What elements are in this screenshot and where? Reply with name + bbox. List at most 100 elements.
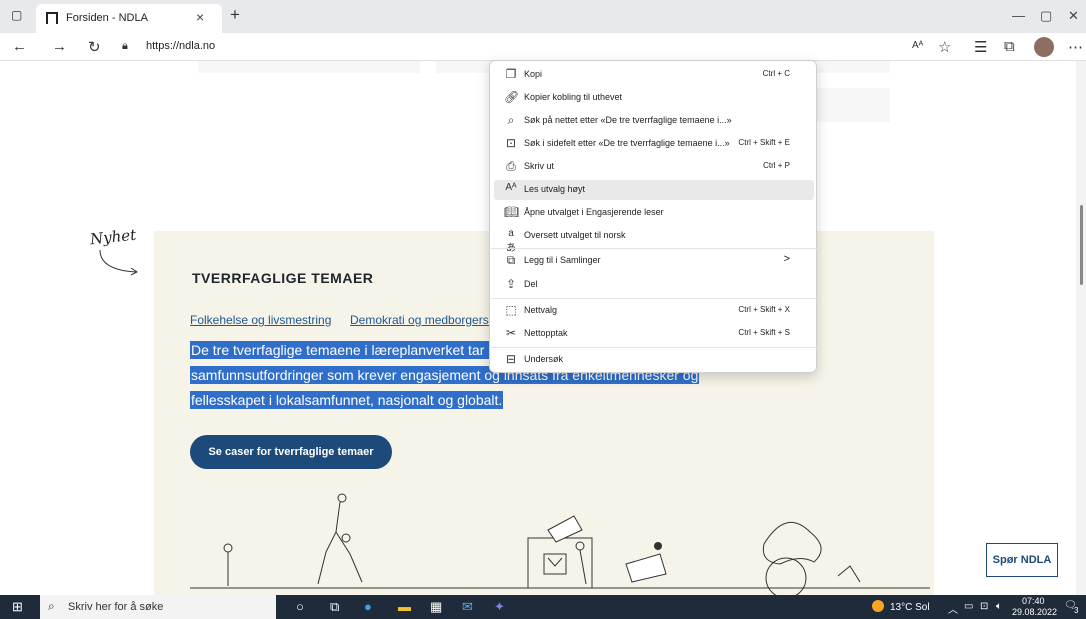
profile-avatar[interactable]	[1034, 37, 1054, 57]
tab-close-button[interactable]: ×	[196, 9, 204, 25]
immersive-reader-icon: 📖︎	[504, 205, 520, 219]
ndla-favicon-icon	[46, 12, 58, 24]
inspect-icon: ⊟	[505, 352, 517, 366]
menu-item-label: Legg til i Samlinger	[524, 255, 601, 265]
taskbar: ⊞ ⌕ Skriv her for å søke ○ ⧉ ● ▬ ▦ ✉ ✦ 1…	[0, 595, 1086, 619]
edge-icon[interactable]: ●	[364, 599, 372, 614]
chevron-right-icon: >	[783, 253, 790, 265]
link-folkehelse[interactable]: Folkehelse og livsmestring	[190, 313, 331, 327]
new-tab-button[interactable]: +	[230, 5, 240, 25]
web-capture-icon: ✂	[505, 326, 517, 340]
file-explorer-icon[interactable]: ▬	[398, 599, 411, 614]
share-icon: ⇪	[505, 277, 517, 291]
clock-time[interactable]: 07:40	[1022, 596, 1045, 606]
tab-actions-icon[interactable]: ▢	[11, 8, 22, 22]
clock-date[interactable]: 29.08.2022	[1012, 607, 1057, 617]
menu-item-translate[interactable]: aあ Oversett utvalget til norsk	[494, 226, 814, 254]
teams-icon[interactable]: ✦	[494, 599, 505, 615]
refresh-icon[interactable]: ↻	[88, 38, 101, 56]
menu-item-label: Nettvalg	[524, 305, 558, 315]
print-icon: ⎙	[506, 159, 516, 173]
ask-ndla-button[interactable]: Spør NDLA	[986, 543, 1058, 577]
menu-item-inspect[interactable]: ⊟ Undersøk	[494, 350, 814, 370]
menu-item-search-sidebar[interactable]: ⊡ Søk i sidefelt etter «De tre tverrfagl…	[494, 134, 814, 154]
weather-text[interactable]: 13°C Sol	[890, 602, 930, 613]
collections-icon: ⧉	[506, 253, 516, 267]
menu-item-label: Søk i sidefelt etter «De tre tverrfaglig…	[524, 138, 730, 148]
link-copy-icon: 🔗︎	[504, 90, 520, 104]
copy-icon: ❐	[505, 67, 517, 81]
arrow-doodle-icon	[99, 249, 138, 276]
menu-item-label: Skriv ut	[524, 161, 555, 171]
menu-item-shortcut: Ctrl + P	[763, 161, 790, 170]
tab-bar: ▢ Forsiden - NDLA × + — ▢ ✕	[0, 0, 1086, 33]
menu-separator	[491, 248, 817, 249]
web-select-icon: ⬚	[505, 303, 517, 317]
menu-item-search-web[interactable]: ⌕ Søk på nettet etter «De tre tverrfagli…	[494, 111, 814, 131]
menu-item-label: Undersøk	[524, 354, 564, 364]
menu-item-copy-link[interactable]: 🔗︎ Kopier kobling til uthevet	[494, 88, 814, 108]
tab-ndla[interactable]: Forsiden - NDLA ×	[36, 4, 222, 33]
collections-toolbar-icon[interactable]: ⧉	[1004, 38, 1015, 55]
restore-button[interactable]: ▢	[1040, 8, 1052, 24]
menu-item-collections[interactable]: ⧉ Legg til i Samlinger >	[494, 251, 814, 271]
network-icon[interactable]: ⊡	[980, 601, 988, 612]
menu-item-immersive-reader[interactable]: 📖︎ Åpne utvalget i Engasjerende leser	[494, 203, 814, 223]
scrollbar[interactable]	[1076, 61, 1086, 595]
menu-item-print[interactable]: ⎙ Skriv ut Ctrl + P	[494, 157, 814, 177]
battery-icon[interactable]: ▭	[964, 601, 973, 612]
read-aloud-toolbar-icon[interactable]: Aᴬ	[912, 40, 923, 51]
search-icon: ⌕	[507, 113, 515, 127]
menu-item-label: Les utvalg høyt	[524, 184, 586, 194]
volume-icon[interactable]: 🔈︎	[996, 601, 1002, 612]
menu-item-shortcut: Ctrl + Skift + E	[738, 138, 790, 147]
link-demokrati[interactable]: Demokrati og medborgerskap	[350, 313, 508, 327]
menu-item-label: Kopi	[524, 69, 543, 79]
menu-item-label: Kopier kobling til uthevet	[524, 92, 623, 102]
favorite-icon[interactable]: ☆	[938, 38, 951, 56]
close-window-button[interactable]: ✕	[1068, 8, 1079, 24]
forward-icon[interactable]: →	[52, 38, 67, 55]
menu-item-label: Nettopptak	[524, 328, 568, 338]
menu-item-label: Del	[524, 279, 538, 289]
address-bar[interactable]: https://ndla.no	[146, 40, 215, 52]
weather-sun-icon[interactable]	[872, 600, 884, 612]
mail-icon[interactable]: ✉	[462, 599, 473, 615]
menu-separator	[491, 298, 817, 299]
taskbar-search-placeholder: Skriv her for å søke	[68, 601, 164, 613]
menu-item-web-select[interactable]: ⬚ Nettvalg Ctrl + Skift + X	[494, 301, 814, 321]
sidebar-search-icon: ⊡	[505, 136, 517, 150]
task-view-icon[interactable]: ⧉	[330, 599, 339, 615]
tab-title: Forsiden - NDLA	[66, 12, 148, 24]
address-toolbar: ← → ↻ 🔒︎ https://ndla.no Aᴬ ☆ ☰ ⧉ ⋯	[0, 33, 1086, 61]
cortana-icon[interactable]: ○	[296, 599, 304, 614]
themes-illustration	[190, 493, 930, 595]
menu-item-copy[interactable]: ❐ Kopi Ctrl + C	[494, 65, 814, 85]
see-cases-button[interactable]: Se caser for tverrfaglige temaer	[190, 435, 392, 469]
favorites-list-icon[interactable]: ☰	[974, 38, 987, 56]
taskbar-search[interactable]: ⌕ Skriv her for å søke	[40, 595, 276, 619]
minimize-button[interactable]: —	[1012, 8, 1025, 23]
menu-item-shortcut: Ctrl + Skift + S	[738, 328, 790, 337]
notification-count: 3	[1074, 606, 1079, 615]
menu-item-label: Åpne utvalget i Engasjerende leser	[524, 207, 664, 217]
tray-chevron-icon[interactable]: ︿	[948, 601, 958, 616]
menu-item-label: Søk på nettet etter «De tre tverrfaglige…	[524, 115, 732, 125]
menu-item-share[interactable]: ⇪ Del	[494, 275, 814, 295]
menu-item-web-capture[interactable]: ✂ Nettopptak Ctrl + Skift + S	[494, 324, 814, 344]
selected-text-line: fellesskapet i lokalsamfunnet, nasjonalt…	[190, 391, 504, 409]
store-icon[interactable]: ▦	[430, 599, 442, 615]
menu-item-shortcut: Ctrl + C	[762, 69, 790, 78]
read-aloud-icon: Aᴬ	[505, 182, 517, 193]
windows-start-icon[interactable]: ⊞	[12, 599, 23, 615]
context-menu: ❐ Kopi Ctrl + C 🔗︎ Kopier kobling til ut…	[489, 60, 817, 373]
menu-item-label: Oversett utvalget til norsk	[524, 230, 626, 240]
lock-icon[interactable]: 🔒︎	[122, 40, 128, 53]
menu-item-shortcut: Ctrl + Skift + X	[738, 305, 790, 314]
more-icon[interactable]: ⋯	[1068, 38, 1083, 56]
menu-item-read-aloud[interactable]: Aᴬ Les utvalg høyt	[494, 180, 814, 200]
scrollbar-thumb[interactable]	[1080, 205, 1083, 285]
section-heading: TVERRFAGLIGE TEMAER	[192, 270, 374, 286]
back-icon[interactable]: ←	[12, 38, 27, 55]
top-card	[198, 61, 420, 73]
